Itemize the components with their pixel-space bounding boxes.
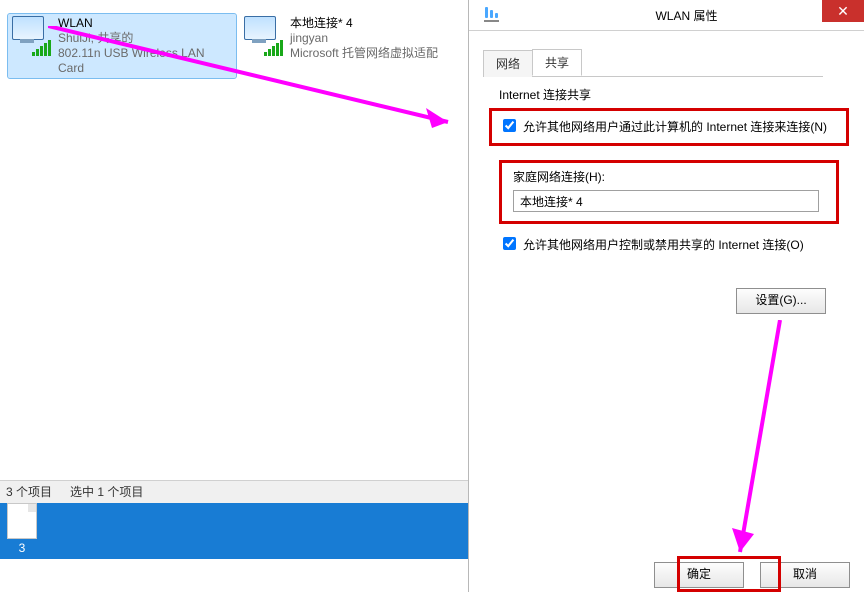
network-adapter-icon <box>12 16 56 60</box>
close-button[interactable]: ✕ <box>822 0 864 22</box>
connection-subtitle: ShuiJi, 共享的 <box>58 31 232 46</box>
taskbar-tile[interactable]: 3 <box>4 503 40 555</box>
document-icon <box>7 503 37 539</box>
network-connections-pane: WLAN ShuiJi, 共享的 802.11n USB Wireless LA… <box>0 0 468 592</box>
taskbar-badge: 3 <box>4 541 40 555</box>
dialog-title: WLAN 属性 <box>509 7 864 24</box>
connection-text: WLAN ShuiJi, 共享的 802.11n USB Wireless LA… <box>58 16 232 76</box>
checkbox-allow-other-connect[interactable]: 允许其他网络用户通过此计算机的 Internet 连接来连接(N) <box>499 118 841 135</box>
tab-sharing[interactable]: 共享 <box>532 49 582 76</box>
checkbox-allow-control[interactable]: 允许其他网络用户控制或禁用共享的 Internet 连接(O) <box>499 236 841 253</box>
connection-subtitle: jingyan <box>290 31 438 46</box>
status-item-count: 3 个项目 <box>6 481 52 503</box>
highlight-frame-ok <box>677 556 781 592</box>
checkbox-label: 允许其他网络用户通过此计算机的 Internet 连接来连接(N) <box>523 118 827 135</box>
status-selected-count: 选中 1 个项目 <box>70 481 143 503</box>
connection-list: WLAN ShuiJi, 共享的 802.11n USB Wireless LA… <box>0 0 468 78</box>
connection-device: 802.11n USB Wireless LAN Card <box>58 46 232 76</box>
connection-item-wlan[interactable]: WLAN ShuiJi, 共享的 802.11n USB Wireless LA… <box>8 14 236 78</box>
connection-text: 本地连接* 4 jingyan Microsoft 托管网络虚拟适配 <box>290 16 438 61</box>
home-network-value: 本地连接* 4 <box>520 193 583 210</box>
home-network-select[interactable]: 本地连接* 4 <box>513 190 819 212</box>
close-icon: ✕ <box>837 3 849 19</box>
dialog-titlebar[interactable]: WLAN 属性 ✕ <box>469 0 864 31</box>
wlan-properties-dialog: WLAN 属性 ✕ 网络 共享 Internet 连接共享 允许其他网络用户通过… <box>468 0 864 592</box>
explorer-status-bar: 3 个项目 选中 1 个项目 <box>0 480 474 503</box>
dialog-tabs: 网络 共享 <box>483 49 823 77</box>
group-internet-sharing: Internet 连接共享 <box>499 86 591 103</box>
network-icon <box>483 6 501 24</box>
checkbox-input[interactable] <box>503 237 516 250</box>
connection-item-local4[interactable]: 本地连接* 4 jingyan Microsoft 托管网络虚拟适配 <box>240 14 468 78</box>
connection-title: 本地连接* 4 <box>290 16 438 31</box>
tab-network[interactable]: 网络 <box>483 50 533 77</box>
taskbar: 3 <box>0 503 468 559</box>
settings-button[interactable]: 设置(G)... <box>736 288 826 314</box>
network-adapter-icon <box>244 16 288 60</box>
connection-device: Microsoft 托管网络虚拟适配 <box>290 46 438 61</box>
connection-title: WLAN <box>58 16 232 31</box>
home-network-label: 家庭网络连接(H): <box>513 168 605 185</box>
checkbox-label: 允许其他网络用户控制或禁用共享的 Internet 连接(O) <box>523 236 804 253</box>
checkbox-input[interactable] <box>503 119 516 132</box>
